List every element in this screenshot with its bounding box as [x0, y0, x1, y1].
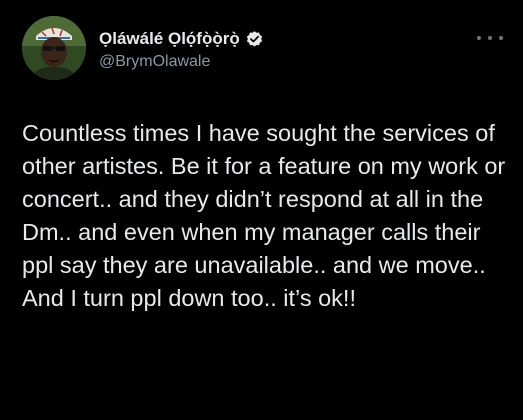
- profile-avatar-image: [22, 16, 86, 80]
- display-name[interactable]: Ọláwálé Ọlọ́fọ̀ọ̀rọ̀: [99, 29, 240, 49]
- user-handle[interactable]: @BrymOlawale: [99, 53, 463, 71]
- dot: [477, 36, 481, 40]
- dot: [499, 36, 503, 40]
- verified-badge-icon: [245, 30, 264, 49]
- tweet-card: Ọláwálé Ọlọ́fọ̀ọ̀rọ̀ @BrymOlawale Countl…: [0, 0, 523, 420]
- more-dots-icon[interactable]: [477, 31, 503, 45]
- tweet-text: Countless times I have sought the servic…: [22, 120, 506, 311]
- name-row: Ọláwálé Ọlọ́fọ̀ọ̀rọ̀: [99, 27, 463, 51]
- avatar[interactable]: [22, 16, 86, 80]
- dot: [488, 36, 492, 40]
- tweet-header: Ọláwálé Ọlọ́fọ̀ọ̀rọ̀ @BrymOlawale: [99, 27, 463, 71]
